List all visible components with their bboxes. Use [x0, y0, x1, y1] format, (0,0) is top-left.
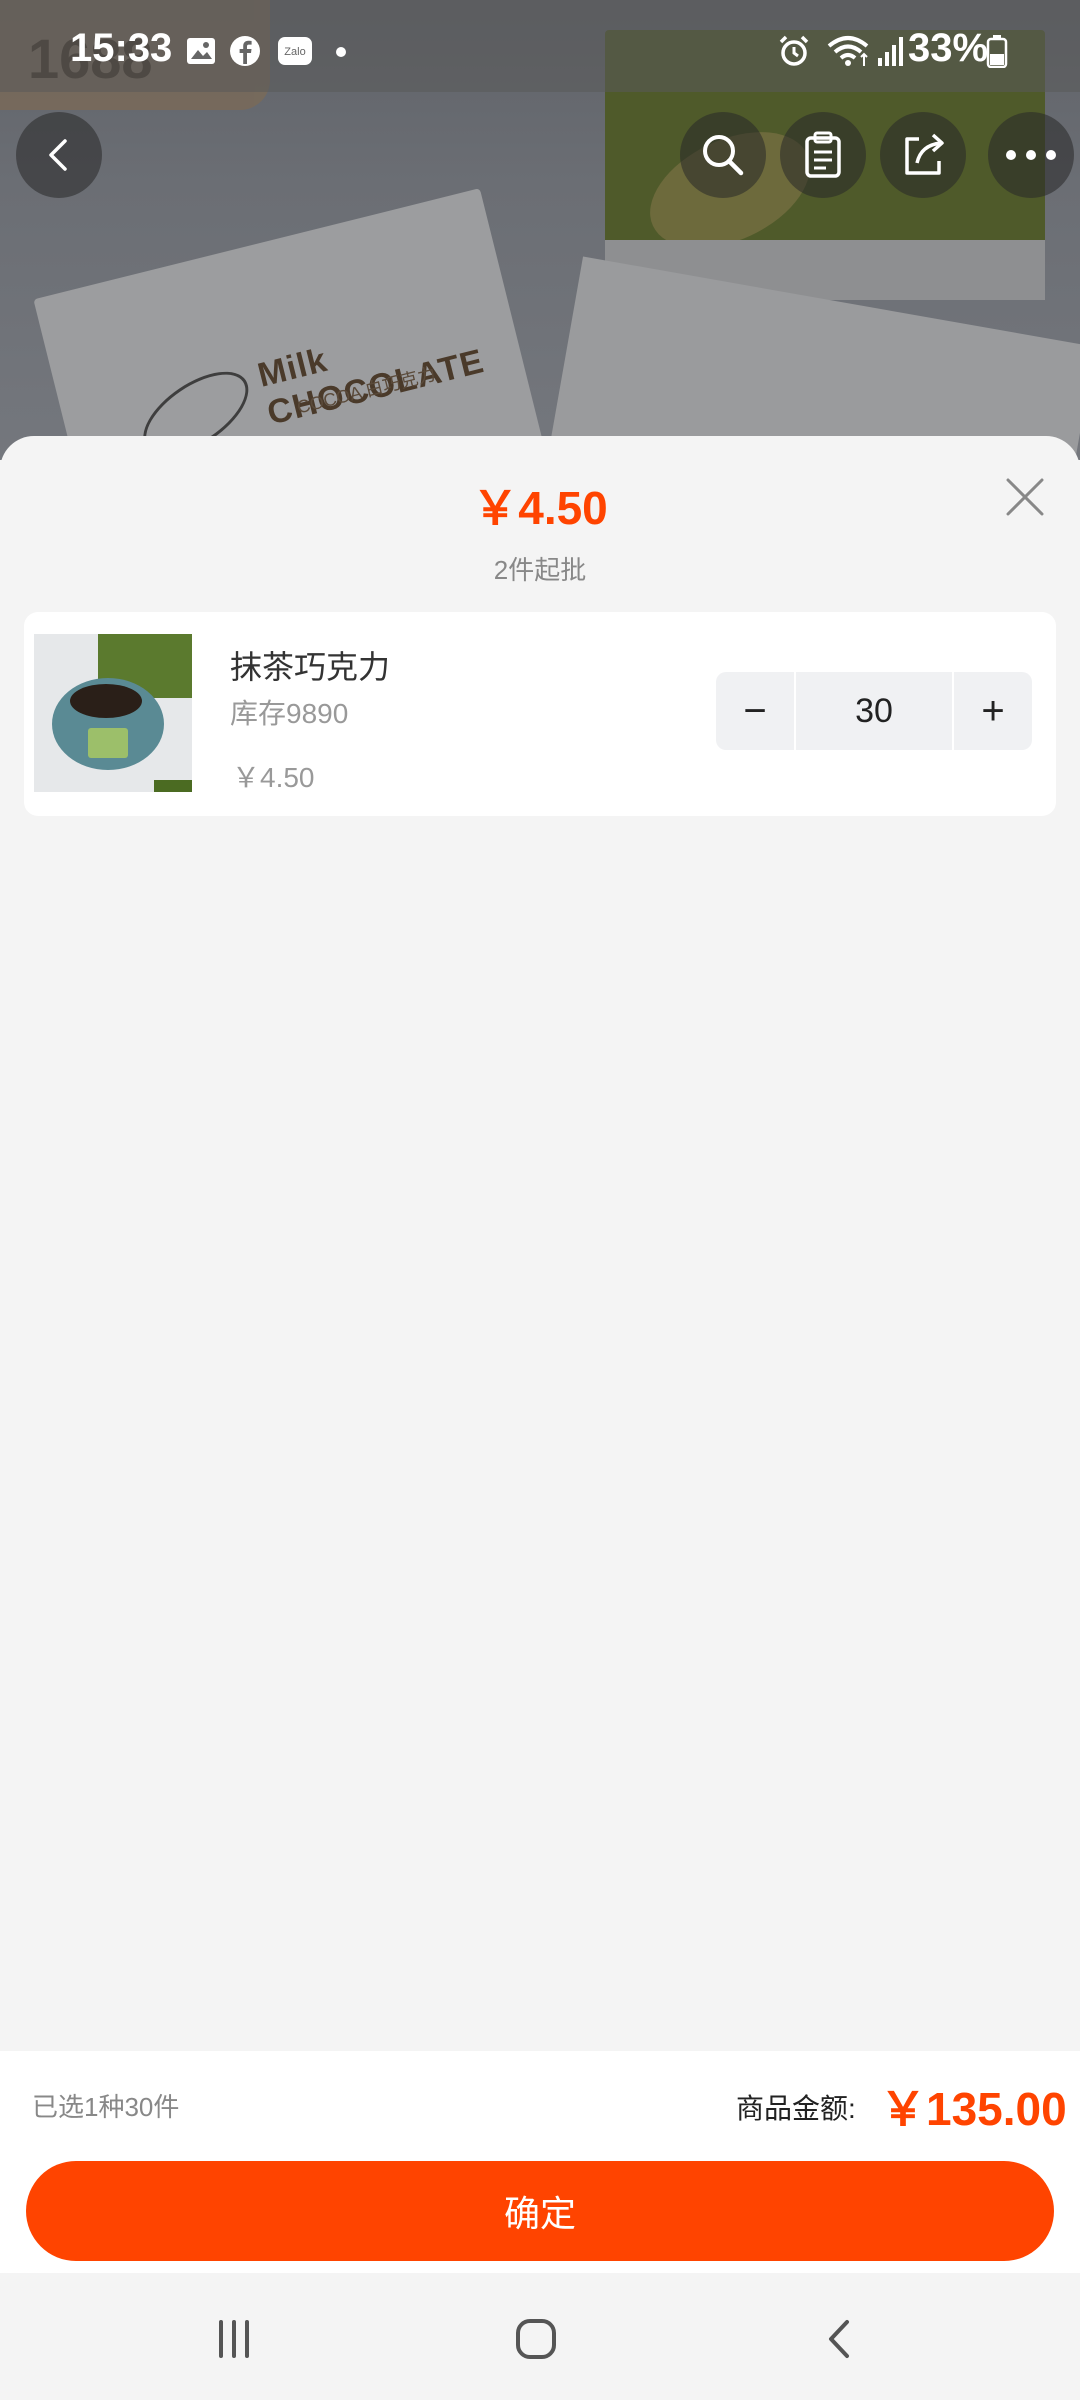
wifi-icon	[827, 36, 869, 66]
home-button[interactable]	[506, 2309, 566, 2369]
home-icon	[516, 2319, 556, 2359]
product-thumbnail	[34, 634, 192, 792]
quantity-input[interactable]: 30	[794, 672, 954, 750]
zalo-icon: Zalo	[278, 37, 312, 65]
more-button[interactable]	[988, 112, 1074, 198]
facebook-icon	[230, 36, 260, 66]
total-label: 商品金额:	[736, 2093, 856, 2124]
box-label: Milk CHOCOLATE	[254, 340, 488, 433]
svg-text:Zalo: Zalo	[284, 46, 305, 58]
recent-apps-icon	[219, 2320, 249, 2358]
system-nav-bar	[0, 2273, 1080, 2400]
increase-button[interactable]: +	[954, 672, 1032, 750]
status-time: 15:33	[70, 26, 173, 70]
status-bar: 15:33 Zalo 33%	[0, 0, 1080, 92]
search-icon	[703, 135, 744, 176]
milk-chocolate-box: Milk CHOCOLATE COCOA 白巧克力	[33, 188, 543, 460]
back-button[interactable]	[16, 112, 102, 198]
share-icon	[905, 133, 944, 175]
min-order-qty: 2件起批	[493, 555, 587, 585]
image-icon	[187, 38, 215, 64]
more-icon	[1006, 150, 1056, 160]
battery-icon	[986, 35, 1008, 68]
decrease-button[interactable]: −	[716, 672, 794, 750]
unit-price: ￥4.50	[472, 482, 608, 534]
clipboard-icon	[805, 131, 841, 178]
sku-name: 抹茶巧克力	[230, 649, 391, 685]
system-back-icon	[829, 2320, 849, 2358]
total-value: ￥135.00	[880, 2083, 1067, 2135]
confirm-button[interactable]: 确定	[26, 2161, 1054, 2261]
dot-icon	[336, 47, 346, 57]
signal-icon	[878, 37, 903, 66]
sku-bottom-sheet: ￥4.50 2件起批 抹茶巧克力 库存9890 ￥4.50 − 30 +	[0, 436, 1080, 2051]
clipboard-button[interactable]	[780, 112, 866, 198]
search-button[interactable]	[680, 112, 766, 198]
sku-stock: 库存9890	[230, 698, 349, 729]
selected-summary: 已选1种30件	[32, 2092, 180, 2122]
sku-price: ￥4.50	[232, 762, 315, 793]
recent-apps-button[interactable]	[204, 2309, 264, 2369]
share-button[interactable]	[880, 112, 966, 198]
alarm-icon	[779, 35, 809, 66]
battery-percent: 33%	[908, 26, 989, 70]
quantity-stepper: − 30 +	[716, 672, 1032, 750]
sku-item-card[interactable]: 抹茶巧克力 库存9890 ￥4.50 − 30 +	[24, 612, 1056, 816]
order-summary: 已选1种30件 商品金额: ￥135.00 确定	[0, 2051, 1080, 2273]
back-icon	[49, 139, 67, 171]
close-icon[interactable]	[1000, 472, 1050, 522]
system-back-button[interactable]	[810, 2309, 870, 2369]
